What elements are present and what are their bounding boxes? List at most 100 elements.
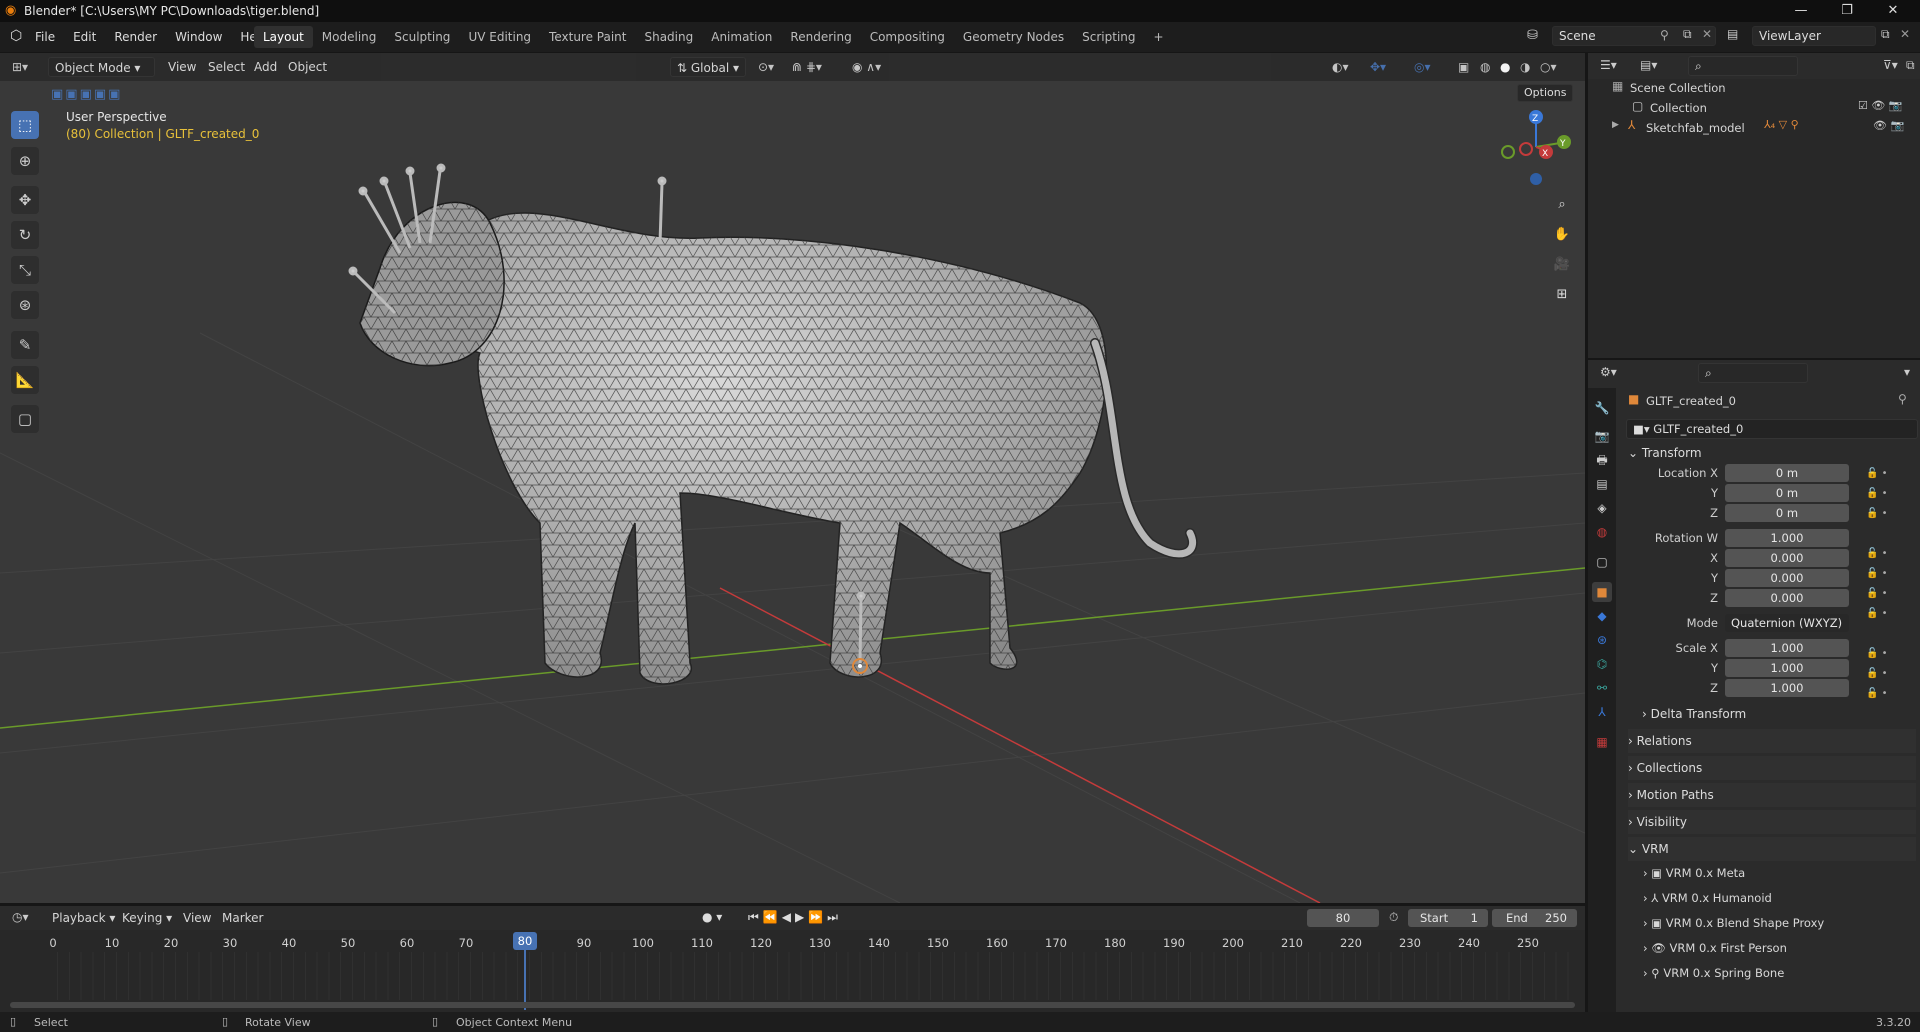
annotate-tool[interactable]: ✎ — [11, 331, 39, 359]
scene-icon[interactable]: ⛁ — [1527, 28, 1538, 43]
select-mode-icons[interactable]: ▣▣▣▣▣ — [51, 87, 122, 102]
solid-shading-icon[interactable]: ● — [1500, 57, 1510, 77]
relations-panel-header[interactable]: › Relations — [1628, 729, 1916, 753]
select-box-tool[interactable]: ⬚ — [11, 111, 39, 139]
tab-texture-paint[interactable]: Texture Paint — [540, 26, 635, 48]
particles-tab-icon[interactable]: ⊛ — [1592, 630, 1612, 650]
tab-layout[interactable]: Layout — [254, 26, 313, 48]
lock-icons[interactable]: 🔓 • 🔓 • 🔓 • 🔓 • 🔓 • 🔓 • 🔓 • 🔓 • 🔓 • 🔓 • — [1866, 464, 1888, 704]
new-scene-icon[interactable]: ⧉ — [1683, 27, 1692, 42]
delete-scene-icon[interactable]: ✕ — [1702, 27, 1712, 41]
transform-panel-header[interactable]: ⌄ Transform — [1628, 441, 1916, 465]
render-tab-icon[interactable]: 📷 — [1592, 426, 1612, 446]
add-cube-tool[interactable]: ▢ — [11, 405, 39, 433]
constraints-tab-icon[interactable]: ⚯ — [1592, 678, 1612, 698]
viewlayer-icon[interactable]: ▤ — [1727, 27, 1738, 41]
vrm-panel-header[interactable]: ⌄ VRM — [1628, 837, 1916, 861]
tab-rendering[interactable]: Rendering — [781, 26, 860, 48]
viewlayer-selector[interactable]: ViewLayer — [1752, 26, 1876, 46]
world-tab-icon[interactable]: ◍ — [1592, 522, 1612, 542]
minimize-button[interactable]: — — [1780, 1, 1822, 21]
outliner-search-input[interactable]: ⌕ — [1688, 56, 1798, 76]
menu-window[interactable]: Window — [166, 22, 231, 52]
options-button[interactable]: Options — [1517, 84, 1574, 102]
scale-y-field[interactable]: 1.000 — [1725, 659, 1849, 677]
rotation-z-field[interactable]: 0.000 — [1725, 589, 1849, 607]
rotation-w-field[interactable]: 1.000 — [1725, 529, 1849, 547]
modifier-tab-icon[interactable]: ◆ — [1592, 606, 1612, 626]
collections-panel-header[interactable]: › Collections — [1628, 756, 1916, 780]
location-x-field[interactable]: 0 m — [1725, 464, 1849, 482]
xray-icon[interactable]: ▣ — [1458, 57, 1469, 77]
properties-editor-icon[interactable]: ⚙▾ — [1600, 365, 1617, 379]
visibility-icon[interactable]: ◐▾ — [1332, 57, 1349, 77]
rotation-mode-select[interactable]: Quaternion (WXYZ) ▾ — [1725, 614, 1849, 648]
object-tab-icon[interactable]: ■ — [1592, 582, 1612, 602]
close-button[interactable]: ✕ — [1872, 1, 1914, 21]
menu-edit[interactable]: Edit — [64, 22, 105, 52]
vrm-first-person-item[interactable]: › 👁 VRM 0.x First Person — [1643, 941, 1787, 955]
navigation-gizmo[interactable]: Z Y X — [1486, 109, 1576, 189]
menu-view[interactable]: View — [168, 57, 196, 77]
tab-compositing[interactable]: Compositing — [861, 26, 954, 48]
visibility-panel-header[interactable]: › Visibility — [1628, 810, 1916, 834]
menu-add[interactable]: Add — [254, 57, 277, 77]
display-mode-icon[interactable]: ▤▾ — [1640, 58, 1657, 72]
vrm-spring-bone-item[interactable]: › ⚲ VRM 0.x Spring Bone — [1643, 966, 1784, 980]
viewport-canvas[interactable] — [0, 53, 1585, 903]
editor-type-icon[interactable]: ⊞▾ — [12, 57, 28, 77]
timeline-scrollbar[interactable] — [10, 1002, 1575, 1008]
tab-animation[interactable]: Animation — [702, 26, 781, 48]
tab-geometry-nodes[interactable]: Geometry Nodes — [954, 26, 1073, 48]
mode-selector[interactable]: Object Mode ▾ — [48, 57, 155, 77]
model-visibility-icons[interactable]: 👁 📷 — [1873, 119, 1904, 132]
tab-scripting[interactable]: Scripting — [1073, 26, 1144, 48]
tab-sculpting[interactable]: Sculpting — [385, 26, 459, 48]
scene-tab-icon[interactable]: ◈ — [1592, 498, 1612, 518]
filter-icon[interactable]: ⊽▾ — [1883, 58, 1898, 72]
outliner-sketchfab-model[interactable]: Sketchfab_model — [1646, 121, 1745, 135]
orientation-selector[interactable]: ⇅ Global ▾ — [670, 57, 746, 77]
tool-tab-icon[interactable]: 🔧 — [1592, 398, 1612, 418]
overlay-toggle-icon[interactable]: ◎▾ — [1414, 57, 1431, 77]
camera-view-icon[interactable]: 🎥 — [1550, 253, 1574, 277]
output-tab-icon[interactable]: 🖶 — [1592, 450, 1612, 470]
blender-menu-icon[interactable]: ⬡ — [10, 28, 22, 44]
ortho-grid-icon[interactable]: ⊞ — [1550, 283, 1574, 307]
add-workspace-button[interactable]: + — [1145, 26, 1173, 48]
gizmo-toggle-icon[interactable]: ✥▾ — [1370, 57, 1386, 77]
rotate-tool[interactable]: ↻ — [11, 221, 39, 249]
tiger-model[interactable] — [348, 163, 1198, 685]
transform-tool[interactable]: ⊛ — [11, 291, 39, 319]
rotation-x-field[interactable]: 0.000 — [1725, 549, 1849, 567]
vrm-blend-shape-item[interactable]: › ▣ VRM 0.x Blend Shape Proxy — [1643, 916, 1824, 930]
measure-tool[interactable]: 📐 — [11, 366, 39, 394]
zoom-icon[interactable]: ⌕ — [1550, 193, 1574, 217]
new-collection-icon[interactable]: ⧉ — [1906, 58, 1915, 73]
maximize-button[interactable]: ❐ — [1826, 1, 1868, 21]
delta-transform-header[interactable]: › Delta Transform — [1642, 702, 1912, 726]
snap-icon[interactable]: ⋒ ⋕▾ — [792, 57, 822, 77]
dopesheet-area[interactable] — [57, 952, 1579, 1000]
pin-scene-icon[interactable]: ⚲ — [1660, 28, 1669, 42]
scale-z-field[interactable]: 1.000 — [1725, 679, 1849, 697]
vrm-meta-item[interactable]: › ▣ VRM 0.x Meta — [1643, 866, 1745, 880]
material-shading-icon[interactable]: ◑ — [1520, 57, 1530, 77]
delete-viewlayer-icon[interactable]: ✕ — [1900, 27, 1910, 41]
collection-tab-icon[interactable]: ▢ — [1592, 552, 1612, 572]
rotation-y-field[interactable]: 0.000 — [1725, 569, 1849, 587]
menu-object[interactable]: Object — [288, 57, 327, 77]
tab-modeling[interactable]: Modeling — [313, 26, 386, 48]
tab-shading[interactable]: Shading — [635, 26, 702, 48]
rendered-shading-icon[interactable]: ○▾ — [1540, 57, 1557, 77]
expand-arrow-icon[interactable]: ▶ — [1612, 120, 1619, 130]
move-tool[interactable]: ✥ — [11, 186, 39, 214]
pan-hand-icon[interactable]: ✋ — [1550, 223, 1574, 247]
motion-paths-panel-header[interactable]: › Motion Paths — [1628, 783, 1916, 807]
data-tab-icon[interactable]: ⅄ — [1592, 702, 1612, 722]
tab-uv-editing[interactable]: UV Editing — [459, 26, 540, 48]
pin-icon[interactable]: ⚲ — [1898, 392, 1907, 406]
physics-tab-icon[interactable]: ⌬ — [1592, 654, 1612, 674]
menu-select[interactable]: Select — [208, 57, 245, 77]
outliner-collection[interactable]: Collection — [1650, 101, 1707, 115]
